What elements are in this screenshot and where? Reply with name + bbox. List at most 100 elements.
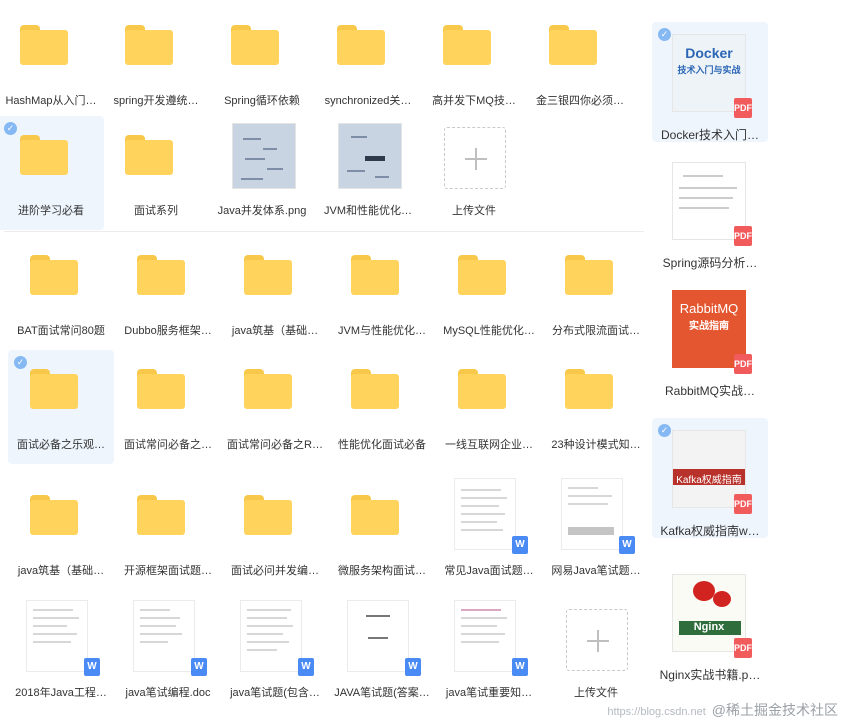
folder-label: synchronized关… (324, 95, 412, 107)
plus-icon[interactable] (566, 609, 628, 671)
document-thumbnail (347, 600, 409, 672)
folder-label: 面试常问必备之R… (227, 439, 323, 451)
folder-label: Dubbo服务框架… (124, 325, 212, 337)
word-file-item[interactable]: W 2018年Java工程… (8, 598, 114, 712)
image-thumbnail (338, 123, 402, 189)
folder-icon (125, 135, 173, 175)
image-file-item[interactable]: JVM和性能优化… (315, 116, 421, 230)
folder-label: 面试必备之乐观… (17, 439, 105, 451)
document-thumbnail (454, 478, 516, 550)
book-label: Docker技术入门… (660, 128, 759, 142)
folder-icon (351, 255, 399, 295)
folder-item[interactable]: java筑基（基础… (8, 476, 114, 590)
folder-item[interactable]: 23种设计模式知… (543, 350, 649, 464)
folder-item[interactable]: MySQL性能优化… (436, 236, 542, 350)
word-icon: W (191, 658, 207, 676)
file-label: 常见Java面试题… (444, 565, 534, 577)
folder-item[interactable]: synchronized关… (315, 6, 421, 120)
folder-icon (30, 369, 78, 409)
folder-item[interactable]: 面试常问必备之R… (222, 350, 328, 464)
folder-label: 面试常问必备之… (124, 439, 212, 451)
folder-item[interactable]: 性能优化面试必备 (329, 350, 435, 464)
check-icon[interactable]: ✓ (658, 424, 671, 437)
folder-label: 微服务架构面试… (338, 565, 426, 577)
folder-icon (20, 25, 68, 65)
check-icon[interactable]: ✓ (658, 28, 671, 41)
file-label: JAVA笔试题(答案… (334, 687, 430, 699)
folder-icon (231, 25, 279, 65)
folder-item[interactable]: 分布式限流面试… (543, 236, 649, 350)
folder-item[interactable]: spring开发遵统… (103, 6, 209, 120)
word-file-item[interactable]: W 网易Java笔试题… (543, 476, 649, 590)
folder-icon (137, 369, 185, 409)
pdf-book-item[interactable]: ✓ Docker 技术入门与实战 PDF Docker技术入门… (652, 22, 768, 142)
folder-item[interactable]: 高并发下MQ技… (421, 6, 527, 120)
folder-label: HashMap从入门… (5, 95, 97, 107)
watermark-url: https://blog.csdn.net (607, 706, 706, 718)
folder-item[interactable]: Dubbo服务框架… (115, 236, 221, 350)
pdf-icon: PDF (734, 494, 752, 514)
folder-item[interactable]: 面试必问并发编… (222, 476, 328, 590)
folder-item[interactable]: 金三银四你必须… (527, 6, 633, 120)
folder-item-selected[interactable]: ✓ 进阶学习必看 (0, 116, 104, 230)
word-file-item[interactable]: W 常见Java面试题… (436, 476, 542, 590)
folder-label: JVM与性能优化… (338, 325, 426, 337)
folder-item[interactable]: 微服务架构面试… (329, 476, 435, 590)
word-file-item[interactable]: W java笔试重要知… (436, 598, 542, 712)
word-file-item[interactable]: W java笔试题(包含… (222, 598, 328, 712)
upload-tile[interactable]: 上传文件 (421, 116, 527, 230)
document-thumbnail (454, 600, 516, 672)
word-icon: W (512, 536, 528, 554)
folder-icon (458, 369, 506, 409)
pdf-icon: PDF (734, 354, 752, 374)
folder-label: 面试必问并发编… (231, 565, 319, 577)
cover-subtitle: 技术入门与实战 (677, 65, 741, 75)
folder-icon (443, 25, 491, 65)
word-file-item[interactable]: W java笔试编程.doc (115, 598, 221, 712)
folder-item[interactable]: Spring循环依赖 (209, 6, 315, 120)
image-file-item[interactable]: Java并发体系.png (209, 116, 315, 230)
folder-label: 金三银四你必须… (536, 95, 624, 107)
pdf-book-item[interactable]: RabbitMQ 实战指南 PDF RabbitMQ实战… (652, 278, 768, 398)
folder-item[interactable]: BAT面试常问80题 (8, 236, 114, 350)
folder-label: MySQL性能优化… (443, 325, 535, 337)
folder-item[interactable]: 面试系列 (103, 116, 209, 230)
book-label: Nginx实战书籍.p… (659, 668, 761, 682)
folder-item[interactable]: 面试常问必备之… (115, 350, 221, 464)
pdf-book-item[interactable]: PDF Spring源码分析… (652, 150, 768, 270)
folder-item[interactable]: HashMap从入门… (0, 6, 104, 120)
folder-item[interactable]: java筑基（基础… (222, 236, 328, 350)
folder-icon (351, 495, 399, 535)
cover-title: RabbitMQ (679, 301, 739, 316)
cover-subtitle: 实战指南 (689, 321, 729, 332)
folder-item[interactable]: 一线互联网企业… (436, 350, 542, 464)
plus-icon[interactable] (444, 127, 506, 189)
file-label: java笔试编程.doc (125, 687, 211, 699)
book-label: Spring源码分析… (662, 256, 758, 270)
pdf-book-item[interactable]: ✓ Kafka权威指南 PDF Kafka权威指南w… (652, 418, 768, 538)
folder-icon (137, 495, 185, 535)
word-file-item[interactable]: W JAVA笔试题(答案… (329, 598, 435, 712)
document-thumbnail (561, 478, 623, 550)
pdf-book-item[interactable]: Nginx PDF Nginx实战书籍.p… (652, 562, 768, 682)
folder-item[interactable]: 开源框架面试题… (115, 476, 221, 590)
folder-label: 23种设计模式知… (551, 439, 641, 451)
folder-icon (337, 25, 385, 65)
check-icon[interactable]: ✓ (4, 122, 17, 135)
folder-label: java筑基（基础… (231, 325, 319, 337)
file-label: 网易Java笔试题… (551, 565, 641, 577)
check-icon[interactable]: ✓ (14, 356, 27, 369)
word-icon: W (619, 536, 635, 554)
folder-item[interactable]: JVM与性能优化… (329, 236, 435, 350)
file-label: JVM和性能优化… (324, 205, 412, 217)
folder-icon (20, 135, 68, 175)
folder-icon (351, 369, 399, 409)
upload-tile[interactable]: 上传文件 (543, 598, 649, 712)
folder-item-selected[interactable]: ✓ 面试必备之乐观… (8, 350, 114, 464)
cover-title: Docker (685, 45, 733, 61)
file-label: java笔试重要知… (445, 687, 533, 699)
file-label: java笔试题(包含… (230, 687, 320, 699)
file-label: Java并发体系.png (217, 205, 307, 217)
section-divider (4, 231, 644, 232)
pdf-icon: PDF (734, 226, 752, 246)
